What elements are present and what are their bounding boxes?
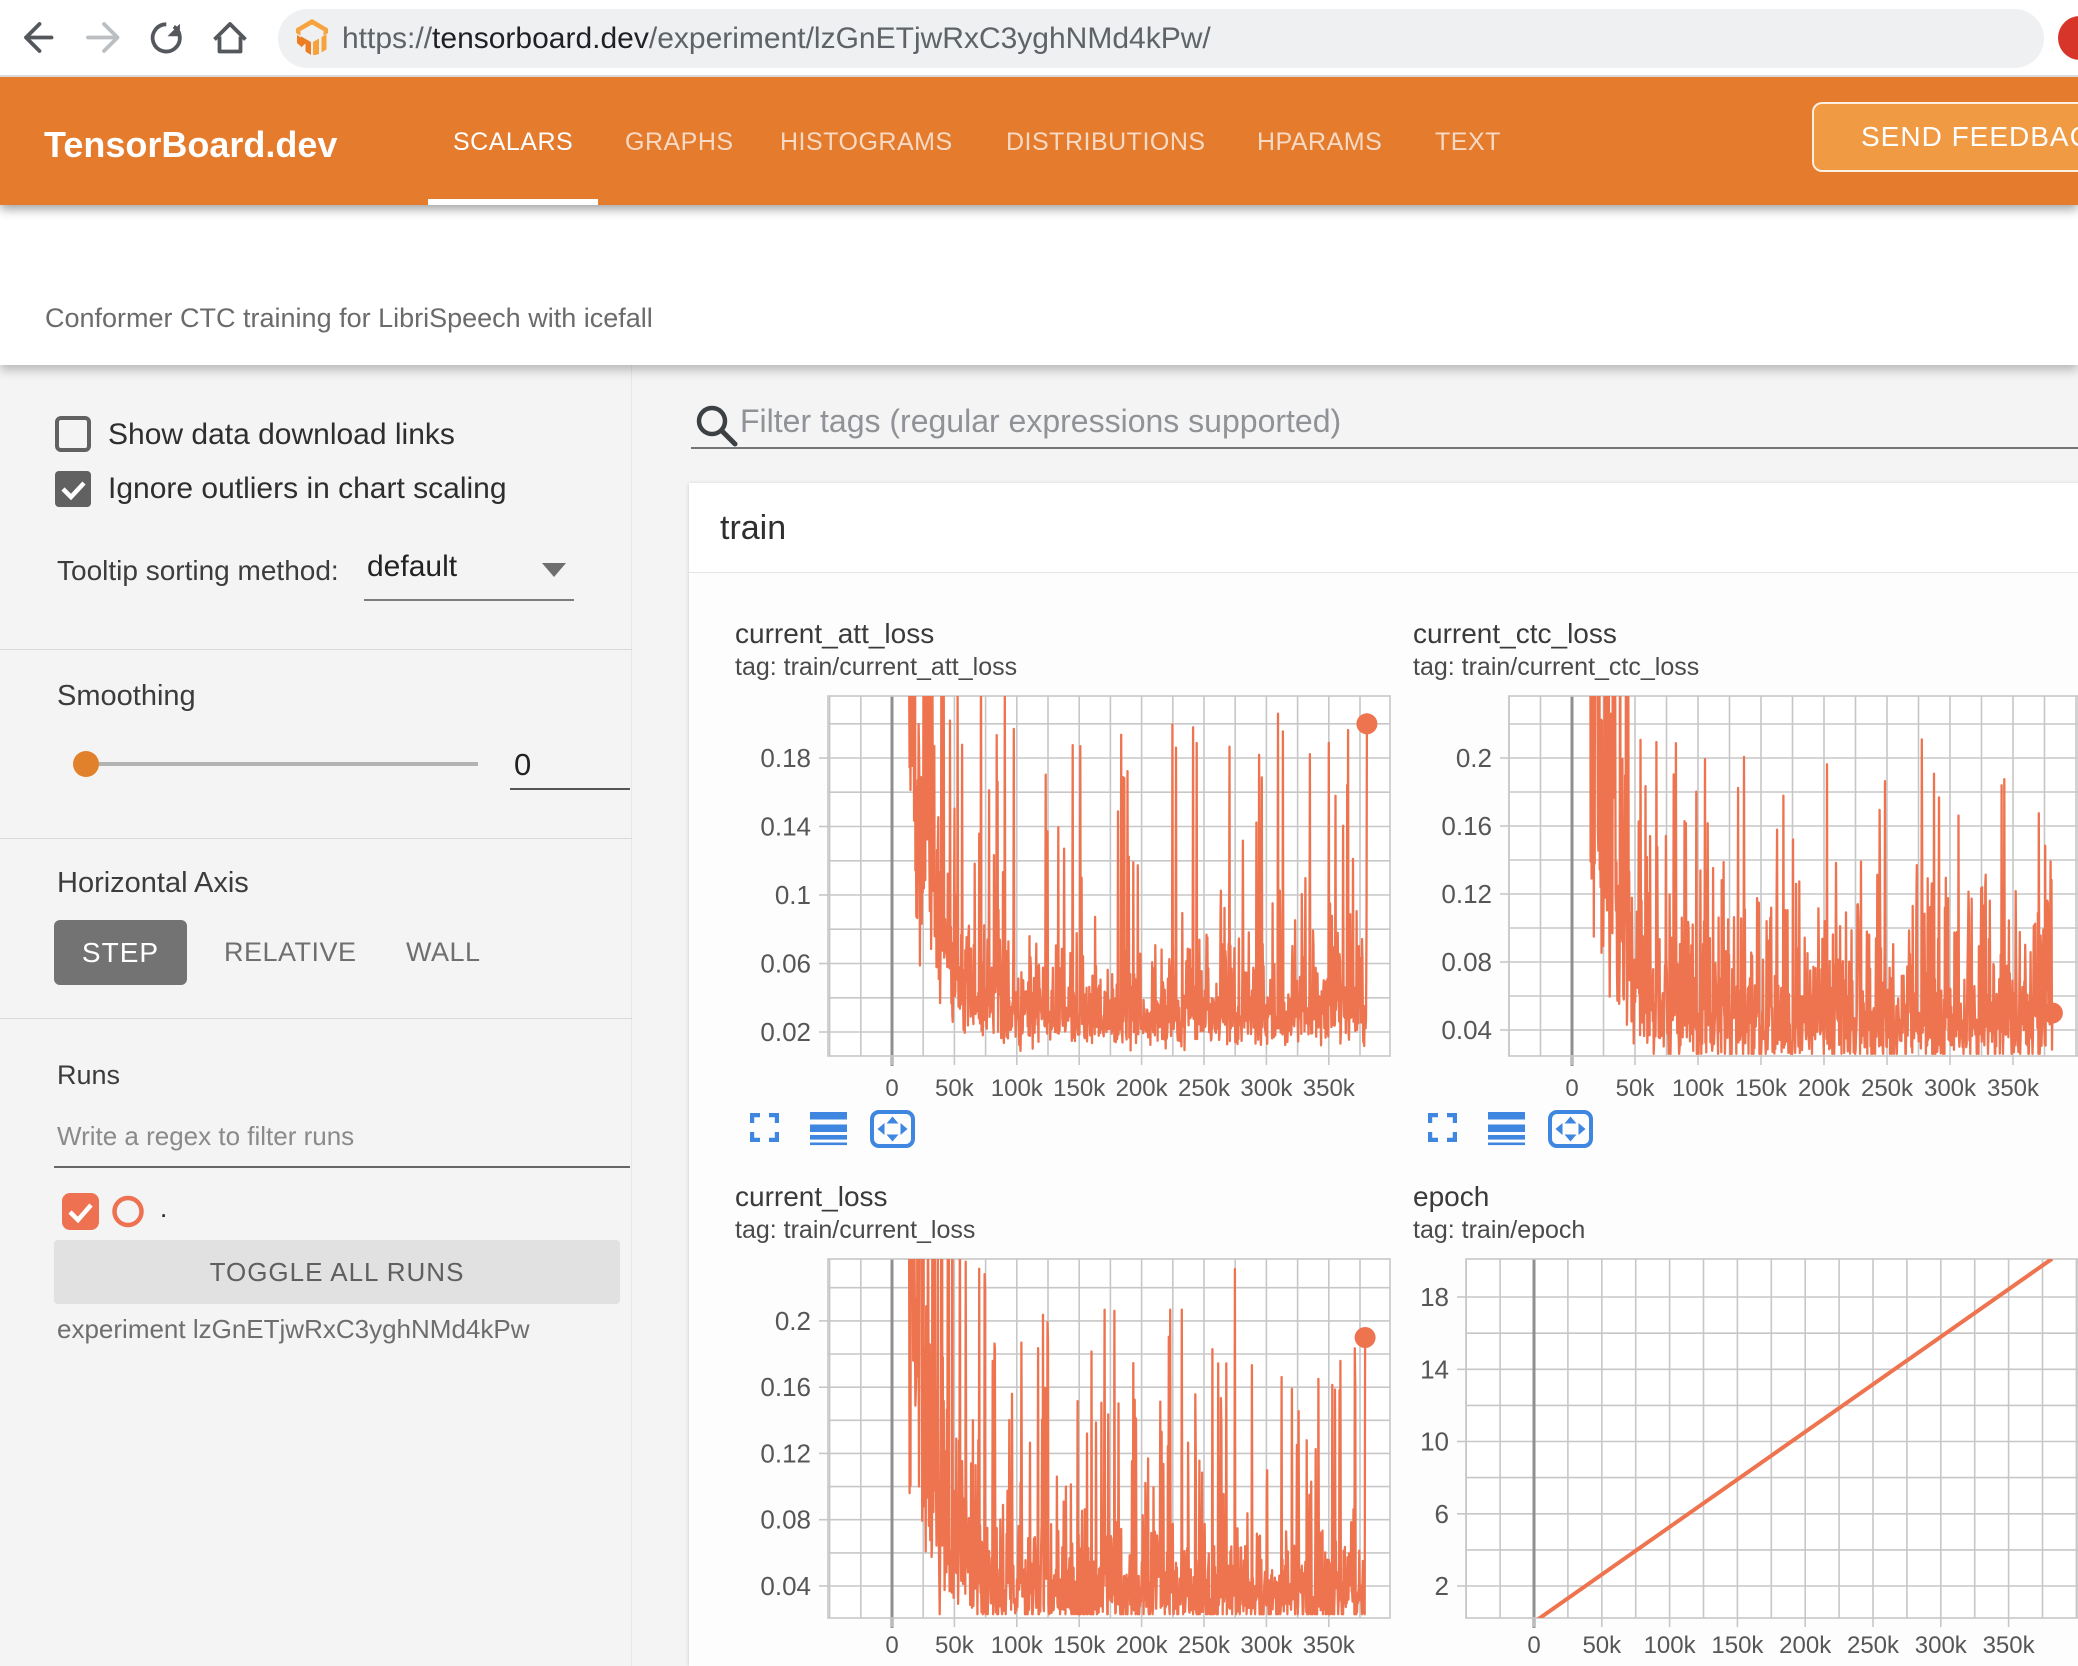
svg-text:200k: 200k [1116, 1632, 1169, 1659]
svg-text:0: 0 [885, 1632, 898, 1659]
svg-text:50k: 50k [935, 1075, 975, 1102]
svg-text:50k: 50k [1582, 1632, 1622, 1659]
svg-text:300k: 300k [1240, 1075, 1293, 1102]
svg-text:300k: 300k [1915, 1632, 1968, 1659]
svg-text:150k: 150k [1053, 1075, 1106, 1102]
svg-text:14: 14 [1420, 1354, 1449, 1384]
svg-text:0.02: 0.02 [760, 1017, 811, 1047]
svg-text:2: 2 [1435, 1571, 1449, 1601]
svg-text:0.12: 0.12 [760, 1438, 811, 1468]
svg-text:350k: 350k [1987, 1075, 2040, 1102]
svg-text:0.16: 0.16 [760, 1372, 811, 1402]
svg-text:0.12: 0.12 [1441, 879, 1492, 909]
svg-text:0: 0 [885, 1075, 898, 1102]
svg-text:250k: 250k [1178, 1632, 1231, 1659]
svg-text:350k: 350k [1303, 1632, 1356, 1659]
svg-text:0.2: 0.2 [775, 1306, 811, 1336]
svg-text:100k: 100k [991, 1075, 1044, 1102]
svg-text:0.14: 0.14 [760, 812, 811, 842]
svg-text:200k: 200k [1798, 1075, 1851, 1102]
svg-text:250k: 250k [1847, 1632, 1900, 1659]
svg-text:100k: 100k [991, 1632, 1044, 1659]
svg-text:0.18: 0.18 [760, 743, 811, 773]
svg-text:18: 18 [1420, 1282, 1449, 1312]
svg-text:150k: 150k [1735, 1075, 1788, 1102]
svg-text:0.04: 0.04 [760, 1571, 811, 1601]
svg-text:200k: 200k [1116, 1075, 1169, 1102]
svg-text:100k: 100k [1672, 1075, 1725, 1102]
svg-text:50k: 50k [935, 1632, 975, 1659]
svg-text:10: 10 [1420, 1427, 1449, 1457]
svg-text:200k: 200k [1779, 1632, 1832, 1659]
svg-text:6: 6 [1435, 1499, 1449, 1529]
svg-text:250k: 250k [1178, 1075, 1231, 1102]
svg-text:350k: 350k [1983, 1632, 2036, 1659]
svg-text:250k: 250k [1861, 1075, 1914, 1102]
svg-text:300k: 300k [1240, 1632, 1293, 1659]
svg-text:0: 0 [1527, 1632, 1540, 1659]
svg-text:0.16: 0.16 [1441, 811, 1492, 841]
svg-text:150k: 150k [1711, 1632, 1764, 1659]
svg-text:350k: 350k [1303, 1075, 1356, 1102]
svg-text:0: 0 [1565, 1075, 1578, 1102]
svg-text:100k: 100k [1644, 1632, 1697, 1659]
svg-text:50k: 50k [1616, 1075, 1656, 1102]
svg-text:150k: 150k [1053, 1632, 1106, 1659]
svg-text:0.08: 0.08 [760, 1505, 811, 1535]
svg-text:0.2: 0.2 [1456, 743, 1492, 773]
svg-text:0.04: 0.04 [1441, 1015, 1492, 1045]
svg-text:0.06: 0.06 [760, 949, 811, 979]
svg-text:0.08: 0.08 [1441, 947, 1492, 977]
svg-text:300k: 300k [1924, 1075, 1977, 1102]
svg-text:0.1: 0.1 [775, 880, 811, 910]
